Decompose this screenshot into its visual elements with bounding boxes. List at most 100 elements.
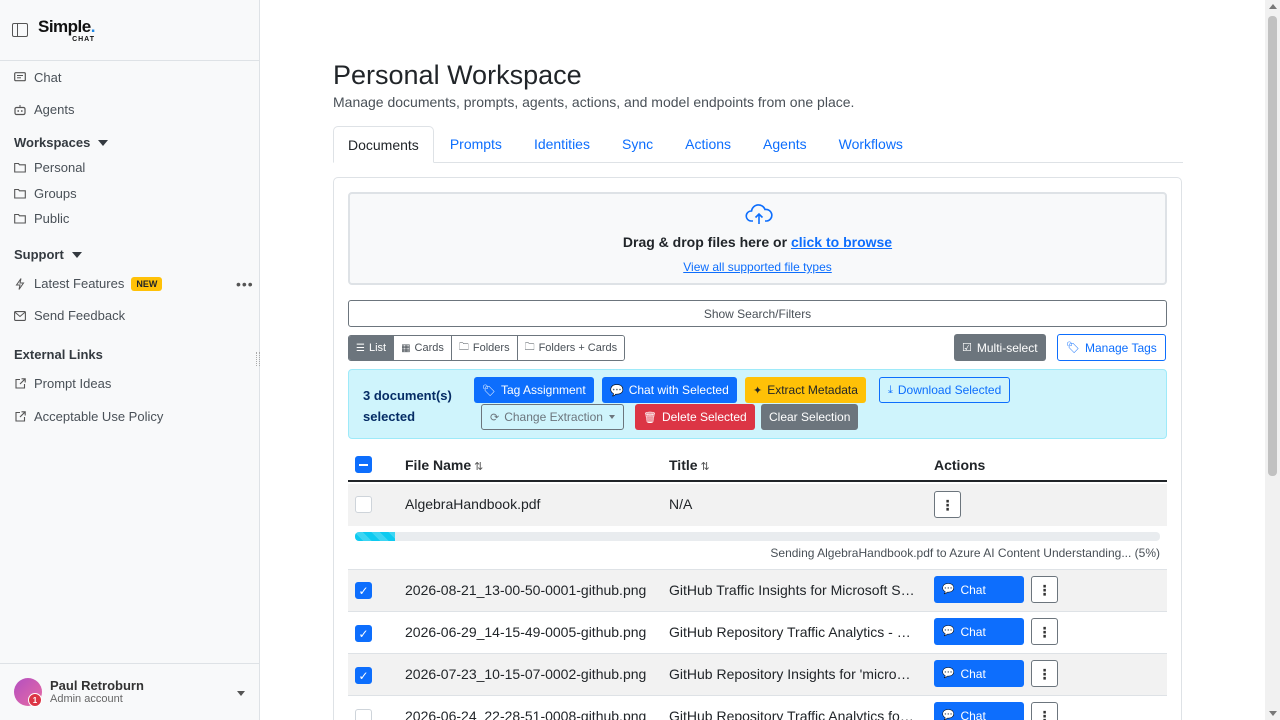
view-cards-button[interactable]: ▦ Cards bbox=[394, 336, 452, 360]
chat-bubble-icon: 💬 bbox=[942, 584, 955, 595]
column-title[interactable]: Title ⇅ bbox=[669, 457, 710, 473]
row-checkbox[interactable]: ✓ bbox=[355, 625, 372, 642]
chat-button[interactable]: 💬 Chat bbox=[934, 702, 1024, 720]
view-folders-button[interactable]: 🗀 Folders bbox=[451, 336, 518, 360]
sidebar-item-personal[interactable]: Personal bbox=[14, 160, 85, 175]
chat-button[interactable]: 💬 Chat bbox=[934, 576, 1024, 603]
file-name-cell: AlgebraHandbook.pdf bbox=[405, 496, 541, 512]
column-file-name[interactable]: File Name ⇅ bbox=[405, 457, 483, 473]
browse-link[interactable]: click to browse bbox=[791, 234, 892, 250]
show-search-filters-button[interactable]: Show Search/Filters bbox=[348, 300, 1167, 327]
more-options-icon[interactable]: ••• bbox=[236, 276, 254, 292]
chat-bubble-icon: 💬 bbox=[942, 668, 955, 679]
select-all-checkbox[interactable] bbox=[355, 456, 372, 473]
download-icon: ⤓ bbox=[888, 383, 893, 396]
upload-dropzone[interactable]: Drag & drop files here or click to brows… bbox=[348, 192, 1167, 285]
extract-metadata-button[interactable]: ✦ Extract Metadata bbox=[745, 377, 866, 403]
tab-identities[interactable]: Identities bbox=[518, 126, 606, 163]
new-badge: NEW bbox=[131, 276, 163, 291]
chat-button[interactable]: 💬 Chat bbox=[934, 660, 1024, 687]
row-actions-menu-button[interactable]: ⋮ bbox=[934, 491, 961, 518]
envelope-icon bbox=[14, 310, 26, 322]
upload-progress-fill bbox=[355, 532, 396, 541]
row-actions-menu-button[interactable]: ⋮ bbox=[1031, 576, 1058, 603]
tab-agents[interactable]: Agents bbox=[747, 126, 823, 163]
chat-with-selected-button[interactable]: 💬 Chat with Selected bbox=[602, 377, 737, 403]
nav-agents[interactable]: Agents bbox=[14, 102, 74, 117]
sidebar-resize-handle[interactable] bbox=[256, 352, 260, 366]
manage-tags-button[interactable]: 🏷 Manage Tags bbox=[1057, 334, 1166, 361]
sidebar-item-public[interactable]: Public bbox=[14, 211, 69, 226]
table-header: File Name ⇅ Title ⇅ Actions bbox=[348, 448, 1167, 482]
view-folders-cards-button[interactable]: 🗀 Folders + Cards bbox=[517, 336, 625, 360]
sort-icon: ⇅ bbox=[700, 461, 710, 473]
row-checkbox[interactable]: ✓ bbox=[355, 582, 372, 599]
change-extraction-dropdown[interactable]: ⟳ Change Extraction bbox=[481, 404, 624, 430]
app-logo[interactable]: Simple. CHAT bbox=[38, 18, 96, 43]
table-row: 2026-06-24_22-28-51-0008-github.png GitH… bbox=[348, 696, 1167, 720]
caret-down-icon bbox=[237, 691, 245, 696]
sidebar-item-acceptable-use-policy[interactable]: Acceptable Use Policy bbox=[14, 409, 163, 424]
row-actions-menu-button[interactable]: ⋮ bbox=[1031, 618, 1058, 645]
multi-select-button[interactable]: ☑ Multi-select bbox=[954, 334, 1046, 361]
table-row: ✓ 2026-08-21_13-00-50-0001-github.png Gi… bbox=[348, 570, 1167, 612]
tab-workflows[interactable]: Workflows bbox=[823, 126, 919, 163]
scrollbar-thumb[interactable] bbox=[1268, 16, 1277, 476]
row-checkbox[interactable]: ✓ bbox=[355, 667, 372, 684]
list-icon: ☰ bbox=[356, 342, 365, 354]
title-cell: GitHub Repository Traffic Analytics for … bbox=[669, 708, 917, 720]
row-checkbox[interactable] bbox=[355, 709, 372, 720]
table-row: AlgebraHandbook.pdf N/A ⋮ bbox=[348, 484, 1167, 526]
tag-assignment-button[interactable]: 🏷 Tag Assignment bbox=[474, 377, 594, 403]
caret-down-icon bbox=[71, 251, 82, 258]
chat-bubble-icon: 💬 bbox=[942, 710, 955, 720]
tag-icon: 🏷 bbox=[482, 384, 496, 397]
lightning-icon bbox=[14, 277, 26, 290]
scroll-down-arrow-icon[interactable] bbox=[1269, 711, 1277, 716]
external-link-icon bbox=[14, 378, 26, 390]
workspaces-section-toggle[interactable]: Workspaces bbox=[14, 135, 109, 150]
chat-button[interactable]: 💬 Chat bbox=[934, 618, 1024, 645]
trash-icon: 🗑 bbox=[643, 411, 657, 424]
sidebar-toggle-icon[interactable] bbox=[12, 23, 28, 37]
download-selected-button[interactable]: ⤓ Download Selected bbox=[879, 377, 1011, 403]
title-cell: GitHub Repository Traffic Analytics - Mi… bbox=[669, 624, 917, 640]
row-actions-menu-button[interactable]: ⋮ bbox=[1031, 702, 1058, 720]
view-list-button[interactable]: ☰ List bbox=[349, 336, 395, 360]
documents-panel: Drag & drop files here or click to brows… bbox=[333, 177, 1182, 720]
support-section-toggle[interactable]: Support bbox=[14, 247, 82, 262]
title-cell: N/A bbox=[669, 496, 693, 512]
file-name-cell: 2026-06-24_22-28-51-0008-github.png bbox=[405, 708, 647, 720]
sidebar-item-prompt-ideas[interactable]: Prompt Ideas bbox=[14, 376, 111, 391]
delete-selected-button[interactable]: 🗑 Delete Selected bbox=[635, 404, 755, 430]
sidebar-header: Simple. CHAT bbox=[0, 0, 259, 61]
file-name-cell: 2026-06-29_14-15-49-0005-github.png bbox=[405, 624, 647, 640]
dropzone-text: Drag & drop files here or click to brows… bbox=[622, 234, 893, 250]
tab-actions[interactable]: Actions bbox=[669, 126, 747, 163]
external-links-heading: External Links bbox=[14, 347, 103, 362]
clear-selection-button[interactable]: Clear Selection bbox=[761, 404, 859, 430]
user-menu[interactable]: 1 Paul Retroburn Admin account bbox=[0, 663, 259, 720]
row-checkbox[interactable] bbox=[355, 496, 372, 513]
nav-chat[interactable]: Chat bbox=[14, 70, 61, 85]
upload-progress-row: Sending AlgebraHandbook.pdf to Azure AI … bbox=[348, 526, 1167, 570]
scroll-up-arrow-icon[interactable] bbox=[1269, 4, 1277, 9]
tab-documents[interactable]: Documents bbox=[333, 126, 434, 163]
external-link-icon bbox=[14, 411, 26, 423]
folder-cards-icon: 🗀 bbox=[524, 341, 535, 353]
sidebar-item-groups[interactable]: Groups bbox=[14, 186, 77, 201]
row-actions-menu-button[interactable]: ⋮ bbox=[1031, 660, 1058, 687]
file-name-cell: 2026-08-21_13-00-50-0001-github.png bbox=[405, 582, 647, 598]
caret-down-icon bbox=[608, 415, 615, 419]
sidebar-item-latest-features[interactable]: Latest Features NEW bbox=[14, 276, 163, 291]
supported-types-link[interactable]: View all supported file types bbox=[350, 260, 1165, 274]
sort-icon: ⇅ bbox=[474, 461, 484, 473]
tab-sync[interactable]: Sync bbox=[606, 126, 669, 163]
cloud-upload-icon bbox=[745, 204, 773, 224]
sidebar-item-send-feedback[interactable]: Send Feedback bbox=[14, 308, 125, 323]
page-scrollbar[interactable] bbox=[1265, 0, 1280, 720]
refresh-icon: ⟳ bbox=[490, 411, 500, 424]
table-row: ✓ 2026-07-23_10-15-07-0002-github.png Gi… bbox=[348, 654, 1167, 696]
upload-progress-text: Sending AlgebraHandbook.pdf to Azure AI … bbox=[770, 546, 1160, 560]
tab-prompts[interactable]: Prompts bbox=[434, 126, 518, 163]
